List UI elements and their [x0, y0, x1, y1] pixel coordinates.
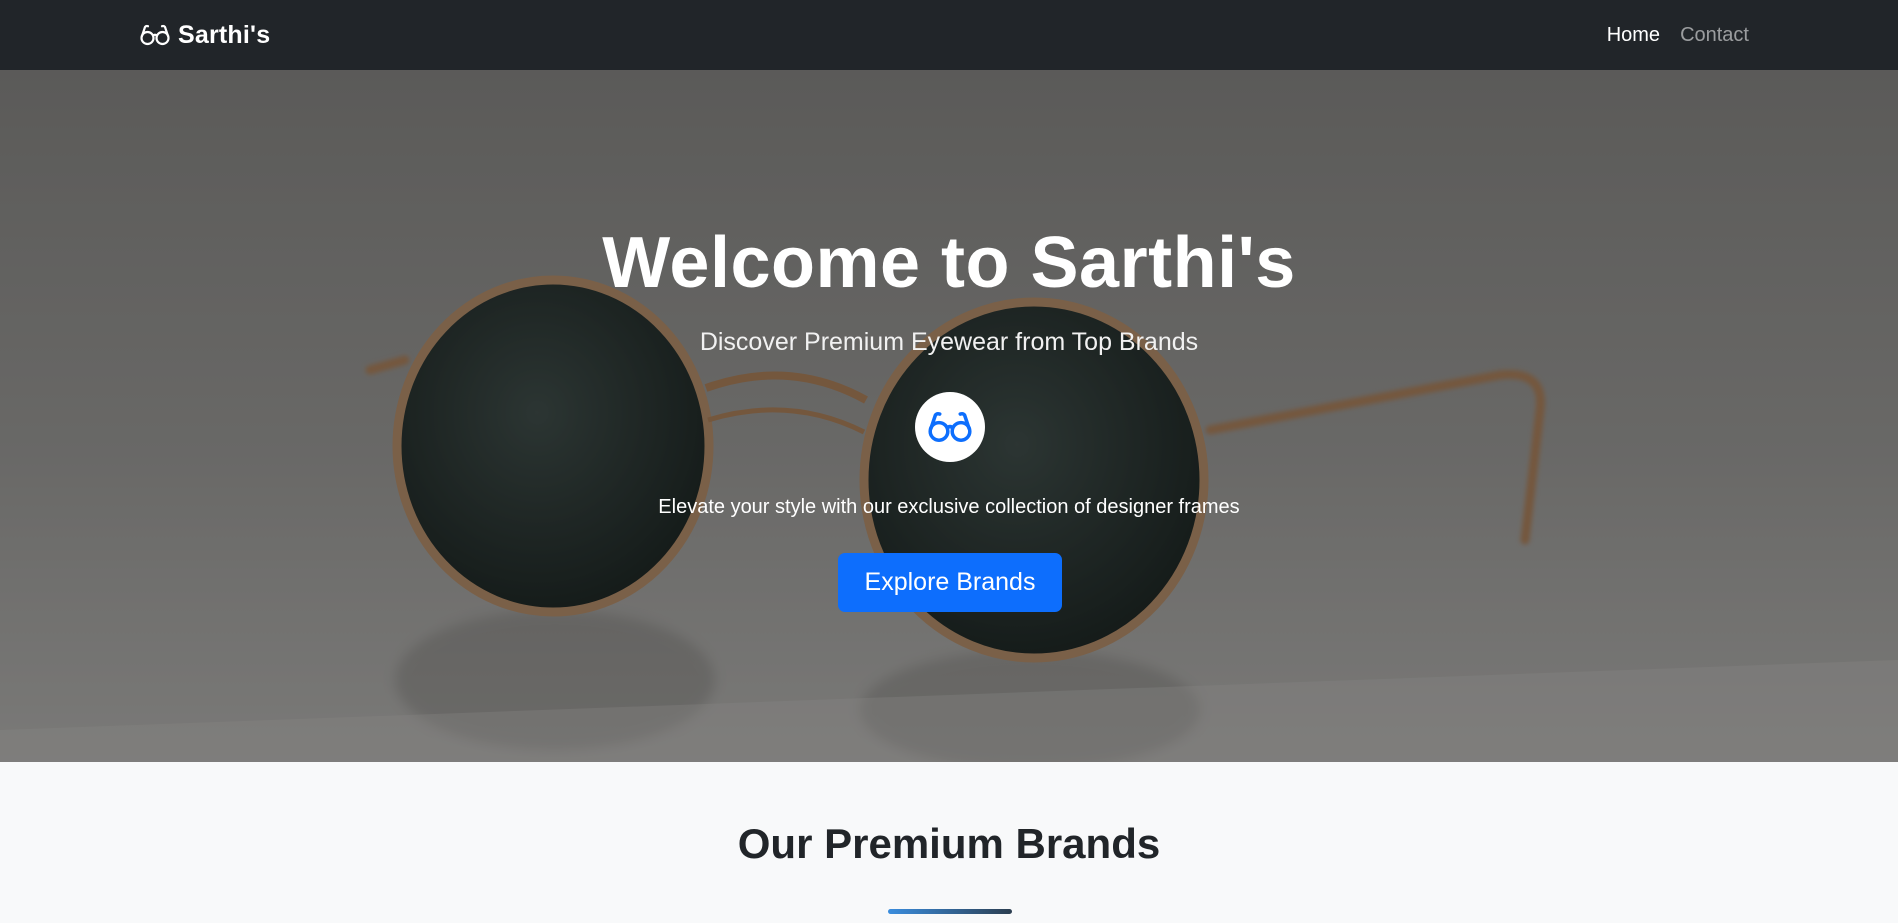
- hero-section: Welcome to Sarthi's Discover Premium Eye…: [0, 70, 1898, 762]
- nav-link-contact[interactable]: Contact: [1680, 24, 1749, 47]
- glasses-icon: [928, 412, 972, 442]
- hero-title: Welcome to Sarthi's: [602, 223, 1296, 303]
- nav-links: Home Contact: [1607, 24, 1749, 47]
- navbar: Sarthi's Home Contact: [0, 0, 1898, 70]
- hero-subtitle: Discover Premium Eyewear from Top Brands: [699, 328, 1199, 356]
- brand-name: Sarthi's: [178, 20, 271, 49]
- brands-section: Our Premium Brands: [0, 762, 1898, 923]
- title-divider: [888, 909, 1012, 914]
- hero-tagline: Elevate your style with our exclusive co…: [658, 496, 1240, 518]
- hero-badge: [915, 392, 985, 462]
- brands-section-title: Our Premium Brands: [737, 820, 1161, 867]
- nav-link-home[interactable]: Home: [1607, 24, 1660, 47]
- explore-brands-button[interactable]: Explore Brands: [838, 553, 1062, 612]
- brand-link[interactable]: Sarthi's: [140, 21, 270, 50]
- glasses-icon: [140, 24, 170, 46]
